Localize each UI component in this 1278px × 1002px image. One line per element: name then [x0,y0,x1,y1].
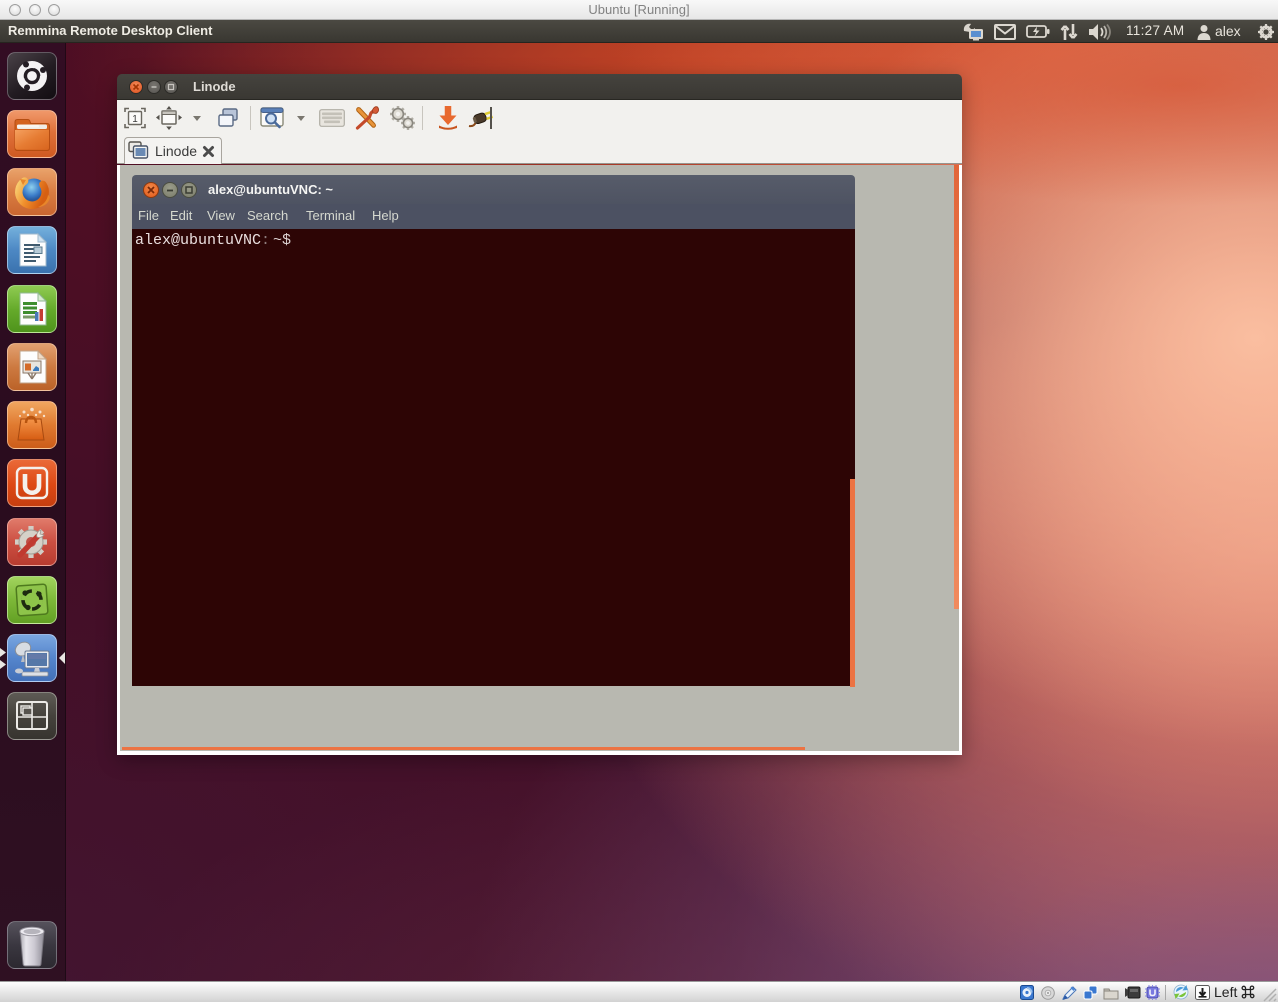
svg-text:1: 1 [132,114,138,125]
